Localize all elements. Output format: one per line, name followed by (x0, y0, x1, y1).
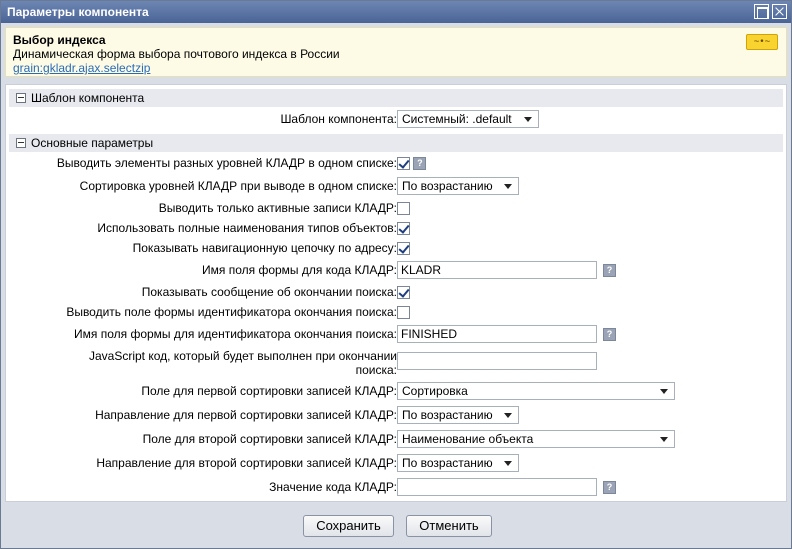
param-label: Направление для первой сортировки записе… (95, 408, 397, 422)
param-label: JavaScript код, который будет выполнен п… (88, 349, 397, 377)
param-label: Поле для второй сортировки записей КЛАДР… (142, 432, 397, 446)
param-label: Использовать полные наименования типов о… (97, 221, 397, 235)
component-icon: ~•~ (746, 34, 778, 50)
sort2-field-select[interactable]: Наименование объекта (397, 430, 675, 448)
params-panel: Шаблон компонента Шаблон компонента: Сис… (5, 84, 787, 502)
show-finish-field-checkbox[interactable] (397, 306, 410, 320)
template-select[interactable]: Системный: .default (397, 110, 539, 128)
param-row-full-names: Использовать полные наименования типов о… (6, 217, 786, 239)
param-row-sort1-dir: Направление для первой сортировки записе… (6, 404, 786, 426)
help-icon[interactable]: ? (603, 327, 616, 341)
param-label: Сортировка уровней КЛАДР при выводе в од… (79, 179, 397, 193)
component-link[interactable]: grain:gkladr.ajax.selectzip (13, 61, 779, 75)
param-row-js-code: JavaScript код, который будет выполнен п… (6, 347, 786, 379)
component-name: Выбор индекса (13, 33, 106, 47)
component-info: Выбор индекса Динамическая форма выбора … (5, 27, 787, 77)
sort1-field-select[interactable]: Сортировка (397, 382, 675, 400)
nav-chain-checkbox[interactable] (397, 242, 410, 256)
component-params-dialog: Параметры компонента Выбор индекса Динам… (0, 0, 792, 549)
param-label: Имя поля формы для идентификатора оконча… (74, 327, 397, 341)
param-row-code-value: Значение кода КЛАДР: ? (6, 476, 786, 498)
one-list-checkbox[interactable] (397, 157, 410, 171)
section-basic[interactable]: Основные параметры (9, 134, 783, 152)
param-label: Выводить только активные записи КЛАДР: (158, 201, 397, 215)
param-row-show-msg: Показывать сообщение об окончании поиска… (6, 281, 786, 303)
param-label: Показывать навигационную цепочку по адре… (132, 241, 397, 255)
param-label: Выводить поле формы идентификатора оконч… (66, 305, 397, 319)
param-row-one-list: Выводить элементы разных уровней КЛАДР в… (6, 152, 786, 174)
param-label: Выводить элементы разных уровней КЛАДР в… (56, 156, 397, 170)
maximize-icon[interactable] (754, 4, 769, 19)
param-row-finish-field-name: Имя поля формы для идентификатора оконча… (6, 323, 786, 345)
param-label: Направление для второй сортировки записе… (96, 456, 397, 470)
param-row-sort-levels: Сортировка уровней КЛАДР при выводе в од… (6, 175, 786, 197)
full-names-checkbox[interactable] (397, 222, 410, 236)
show-msg-checkbox[interactable] (397, 286, 410, 300)
param-label: Показывать сообщение об окончании поиска… (141, 285, 397, 299)
param-row-show-finish-field: Выводить поле формы идентификатора оконч… (6, 301, 786, 323)
param-label: Поле для первой сортировки записей КЛАДР… (141, 384, 397, 398)
close-icon[interactable] (772, 4, 787, 19)
window-titlebar[interactable]: Параметры компонента (1, 1, 791, 23)
save-button[interactable]: Сохранить (303, 515, 394, 537)
finish-field-name-input[interactable]: FINISHED (397, 325, 597, 343)
sort2-dir-select[interactable]: По возрастанию (397, 454, 519, 472)
section-title: Шаблон компонента (31, 91, 145, 105)
param-row-template: Шаблон компонента: Системный: .default (6, 108, 786, 130)
code-value-input[interactable] (397, 478, 597, 496)
param-label: Имя поля формы для кода КЛАДР: (202, 263, 397, 277)
sort-levels-select[interactable]: По возрастанию (397, 177, 519, 195)
param-row-nav-chain: Показывать навигационную цепочку по адре… (6, 237, 786, 259)
window-title: Параметры компонента (7, 5, 149, 19)
param-row-sort1-field: Поле для первой сортировки записей КЛАДР… (6, 380, 786, 402)
help-icon[interactable]: ? (603, 480, 616, 494)
param-row-only-active: Выводить только активные записи КЛАДР: (6, 197, 786, 219)
js-code-input[interactable] (397, 352, 597, 370)
section-template[interactable]: Шаблон компонента (9, 89, 783, 107)
help-icon[interactable]: ? (603, 263, 616, 277)
collapse-icon[interactable] (16, 138, 26, 148)
section-title: Основные параметры (31, 136, 154, 150)
param-row-sort2-dir: Направление для второй сортировки записе… (6, 452, 786, 474)
param-label: Значение кода КЛАДР: (269, 480, 397, 494)
param-row-sort2-field: Поле для второй сортировки записей КЛАДР… (6, 428, 786, 450)
param-label: Шаблон компонента: (280, 112, 397, 126)
collapse-icon[interactable] (16, 93, 26, 103)
only-active-checkbox[interactable] (397, 202, 410, 216)
field-code-input[interactable]: KLADR (397, 261, 597, 279)
param-row-field-code: Имя поля формы для кода КЛАДР: KLADR? (6, 259, 786, 281)
component-description: Динамическая форма выбора почтового инде… (13, 47, 340, 61)
cancel-button[interactable]: Отменить (406, 515, 492, 537)
help-icon[interactable]: ? (413, 157, 427, 171)
sort1-dir-select[interactable]: По возрастанию (397, 406, 519, 424)
